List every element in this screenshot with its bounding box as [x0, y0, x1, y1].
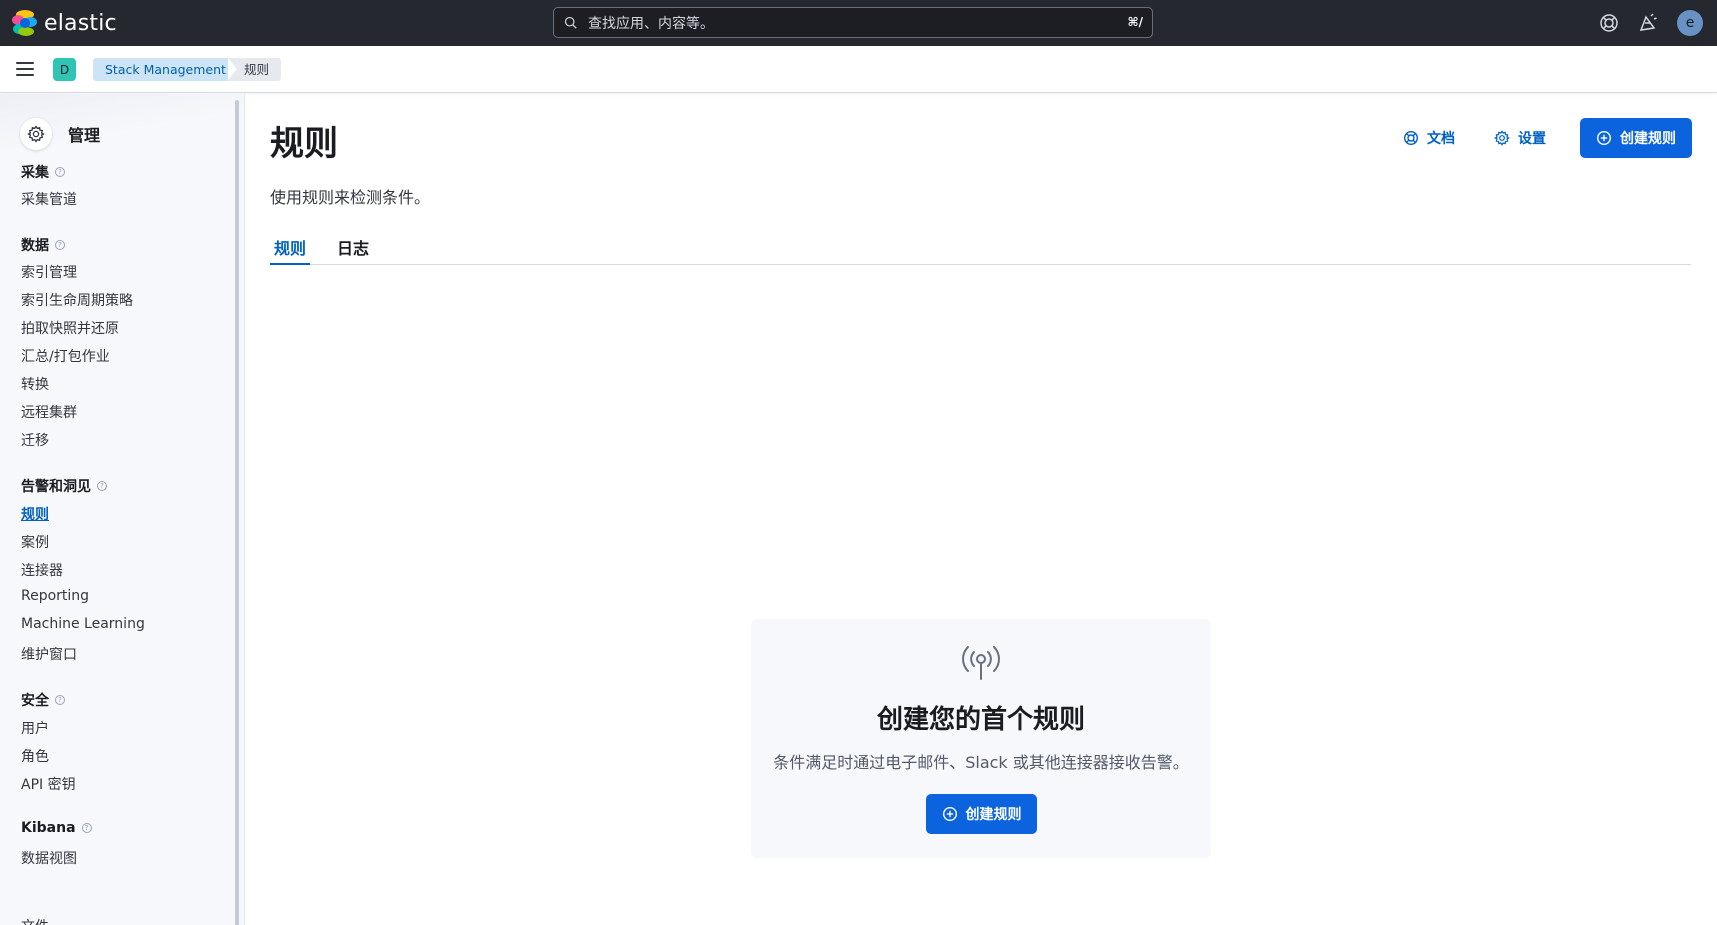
empty-create-rule-label: 创建规则 — [965, 807, 1022, 823]
settings-button-label: 设置 — [1518, 131, 1546, 147]
info-icon: ? — [81, 823, 92, 833]
user-avatar[interactable]: e — [1677, 10, 1703, 36]
info-icon: ? — [55, 240, 65, 250]
elastic-logo-icon — [12, 10, 38, 36]
info-icon: ? — [55, 167, 65, 177]
create-rule-button[interactable]: 创建规则 — [1580, 118, 1692, 158]
sidebar-item-rollup-jobs[interactable]: 汇总/打包作业 — [21, 346, 110, 366]
sidebar-group-security: 安全? — [21, 690, 65, 710]
empty-state-title: 创建您的首个规则 — [876, 705, 1085, 735]
tab-rules[interactable]: 规则 — [270, 235, 311, 265]
sidebar-item-transforms[interactable]: 转换 — [21, 374, 49, 394]
sidebar-item-maintenance-windows[interactable]: 维护窗口 — [21, 644, 77, 664]
sidebar-item-index-management[interactable]: 索引管理 — [21, 262, 77, 282]
rules-tabs: 规则 日志 — [270, 235, 1691, 265]
search-icon — [564, 16, 577, 29]
plus-circle-icon — [942, 806, 957, 822]
sidebar-item-files[interactable]: 文件 — [21, 916, 49, 925]
newsfeed-icon[interactable] — [1637, 12, 1659, 34]
sidebar-group-data: 数据? — [21, 235, 65, 255]
breadcrumb-stack-management[interactable]: Stack Management — [93, 58, 249, 81]
sidebar-item-remote-clusters[interactable]: 远程集群 — [21, 402, 77, 422]
global-search-input[interactable]: 查找应用、内容等。 ⌘/ — [553, 7, 1153, 38]
top-header: elastic 查找应用、内容等。 ⌘/ e — [0, 0, 1717, 46]
sidebar-group-label: 采集 — [21, 165, 49, 181]
gear-icon — [1494, 130, 1510, 146]
breadcrumb-bar: D Stack Management 规则 — [0, 46, 1717, 93]
tab-logs[interactable]: 日志 — [333, 235, 373, 265]
broadcast-antenna-icon — [962, 646, 1000, 680]
help-lifebuoy-icon[interactable] — [1598, 12, 1620, 34]
docs-button-label: 文档 — [1427, 131, 1455, 147]
elastic-logo[interactable]: elastic — [12, 10, 117, 36]
info-icon: ? — [97, 481, 107, 491]
empty-state-body: 条件满足时通过电子邮件、Slack 或其他连接器接收告警。 — [773, 753, 1189, 772]
sidebar-group-alerts-insights: 告警和洞见? — [21, 476, 107, 496]
search-shortcut: ⌘/ — [1127, 15, 1143, 29]
empty-create-rule-button[interactable]: 创建规则 — [926, 794, 1037, 834]
page-description: 使用规则来检测条件。 — [270, 188, 431, 207]
management-sidebar: 管理 采集? 采集管道 数据? 索引管理 索引生命周期策略 拍取快照并还原 汇总… — [0, 94, 245, 925]
sidebar-group-label: Kibana — [21, 820, 76, 836]
sidebar-item-api-keys[interactable]: API 密钥 — [21, 774, 76, 794]
sidebar-group-label: 告警和洞见 — [21, 479, 91, 495]
sidebar-item-ingest-pipelines[interactable]: 采集管道 — [21, 189, 77, 209]
sidebar-item-connectors[interactable]: 连接器 — [21, 560, 63, 580]
gear-icon — [20, 118, 52, 150]
brand-name: elastic — [44, 10, 117, 36]
sidebar-group-ingest: 采集? — [21, 162, 65, 182]
sidebar-title: 管理 — [68, 126, 101, 145]
sidebar-item-migrate[interactable]: 迁移 — [21, 430, 49, 450]
info-icon: ? — [55, 695, 65, 705]
menu-toggle-icon[interactable] — [16, 62, 34, 76]
page-title: 规则 — [270, 124, 338, 164]
docs-button[interactable]: 文档 — [1403, 128, 1455, 148]
sidebar-item-machine-learning[interactable]: Machine Learning — [21, 616, 145, 632]
main-content: 规则 使用规则来检测条件。 文档 设置 创建规则 规则 日志 创建您的首个规则 … — [246, 94, 1717, 925]
create-rule-button-label: 创建规则 — [1620, 131, 1676, 147]
breadcrumb-rules: 规则 — [228, 58, 282, 81]
sidebar-item-rules[interactable]: 规则 — [21, 504, 49, 524]
sidebar-group-kibana: Kibana? — [21, 820, 92, 836]
help-lifebuoy-icon — [1403, 130, 1419, 146]
sidebar-item-cases[interactable]: 案例 — [21, 532, 49, 552]
sidebar-item-users[interactable]: 用户 — [21, 718, 49, 738]
settings-button[interactable]: 设置 — [1494, 128, 1546, 148]
sidebar-group-label: 数据 — [21, 238, 49, 254]
sidebar-item-snapshot-restore[interactable]: 拍取快照并还原 — [21, 318, 119, 338]
empty-state-panel: 创建您的首个规则 条件满足时通过电子邮件、Slack 或其他连接器接收告警。 创… — [751, 619, 1211, 858]
space-selector[interactable]: D — [53, 58, 76, 81]
plus-circle-icon — [1596, 130, 1612, 146]
sidebar-item-reporting[interactable]: Reporting — [21, 588, 89, 604]
sidebar-header: 管理 — [20, 118, 100, 150]
search-placeholder: 查找应用、内容等。 — [588, 15, 714, 32]
sidebar-item-data-views[interactable]: 数据视图 — [21, 848, 77, 868]
sidebar-item-roles[interactable]: 角色 — [21, 746, 49, 766]
sidebar-scrollbar[interactable] — [235, 100, 239, 925]
sidebar-group-label: 安全 — [21, 693, 49, 709]
sidebar-item-ilm-policies[interactable]: 索引生命周期策略 — [21, 290, 133, 310]
